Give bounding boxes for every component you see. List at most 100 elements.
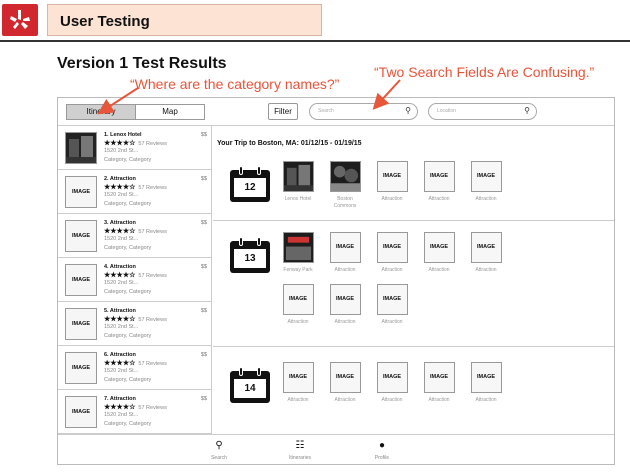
place-tile[interactable]: IMAGE Attraction bbox=[468, 232, 504, 274]
place-image: IMAGE bbox=[282, 362, 314, 393]
place-tile[interactable]: IMAGE Attraction bbox=[374, 232, 410, 274]
item-address: 1520 2nd St... bbox=[104, 368, 139, 374]
item-name[interactable]: 5. Attraction bbox=[104, 308, 136, 314]
toolbar: Itinerary Map Filter Search ⚲ Location ⚲ bbox=[58, 98, 614, 126]
place-tile[interactable]: IMAGE Attraction bbox=[421, 232, 457, 274]
item-name[interactable]: 1. Lenox Hotel bbox=[104, 132, 142, 138]
place-label: Lenox Hotel bbox=[284, 196, 312, 202]
place-tile[interactable]: IMAGE Attraction bbox=[468, 362, 504, 404]
item-thumbnail: IMAGE bbox=[65, 352, 97, 384]
day-divider bbox=[213, 346, 614, 347]
place-label: Attraction bbox=[428, 267, 450, 273]
place-image: IMAGE bbox=[329, 232, 361, 263]
place-tile[interactable]: IMAGE Attraction bbox=[280, 362, 316, 404]
list-item[interactable]: IMAGE 5. Attraction $$ ★★★★☆ 57 Reviews 1520 … bbox=[58, 302, 212, 346]
image-placeholder-label: IMAGE bbox=[71, 409, 91, 415]
image-placeholder-label: IMAGE bbox=[288, 374, 308, 380]
place-tile[interactable]: IMAGE Attraction bbox=[327, 362, 363, 404]
item-name[interactable]: 2. Attraction bbox=[104, 176, 136, 182]
header-divider bbox=[0, 40, 630, 42]
location-placeholder: Location bbox=[437, 108, 456, 114]
place-image bbox=[329, 161, 361, 192]
item-category: Category, Category bbox=[104, 245, 152, 251]
item-thumbnail: IMAGE bbox=[65, 308, 97, 340]
rating-stars: ★★★★☆ bbox=[104, 140, 136, 147]
item-category: Category, Category bbox=[104, 377, 152, 383]
calendar-ring bbox=[239, 166, 243, 175]
calendar-ring bbox=[257, 166, 261, 175]
list-item[interactable]: IMAGE 6. Attraction $$ ★★★★☆ 57 Reviews 1520 … bbox=[58, 346, 212, 390]
item-thumbnail bbox=[65, 132, 97, 164]
review-count: 57 Reviews bbox=[138, 317, 167, 323]
rating-stars: ★★★★☆ bbox=[104, 184, 136, 191]
place-image: IMAGE bbox=[423, 362, 455, 393]
item-price: $$ bbox=[200, 396, 207, 402]
item-name[interactable]: 7. Attraction bbox=[104, 396, 136, 402]
itinerary-tab[interactable]: Itinerary bbox=[67, 105, 136, 119]
place-tile[interactable]: Fenway Park bbox=[280, 232, 316, 274]
day-number: 12 bbox=[234, 178, 266, 197]
place-image: IMAGE bbox=[376, 362, 408, 393]
image-placeholder-label: IMAGE bbox=[476, 374, 496, 380]
image-placeholder-label: IMAGE bbox=[335, 244, 355, 250]
tab-itinerary[interactable]: ☷ Itineraries bbox=[280, 439, 320, 461]
review-count: 57 Reviews bbox=[138, 405, 167, 411]
day-number: 14 bbox=[234, 379, 266, 398]
image-placeholder-label: IMAGE bbox=[335, 296, 355, 302]
item-rating: ★★★★☆ 57 Reviews bbox=[104, 227, 167, 235]
item-category: Category, Category bbox=[104, 201, 152, 207]
place-image: IMAGE bbox=[423, 161, 455, 192]
item-name[interactable]: 6. Attraction bbox=[104, 352, 136, 358]
place-tile[interactable]: IMAGE Attraction bbox=[421, 362, 457, 404]
place-tile[interactable]: IMAGE Attraction bbox=[374, 161, 410, 203]
item-address: 1520 2nd St... bbox=[104, 412, 139, 418]
item-name[interactable]: 4. Attraction bbox=[104, 264, 136, 270]
filter-button[interactable]: Filter bbox=[268, 103, 298, 120]
place-image: IMAGE bbox=[423, 232, 455, 263]
item-name[interactable]: 3. Attraction bbox=[104, 220, 136, 226]
list-item[interactable]: IMAGE 3. Attraction $$ ★★★★☆ 57 Reviews 1520 … bbox=[58, 214, 212, 258]
image-placeholder-label: IMAGE bbox=[71, 365, 91, 371]
place-label: Attraction bbox=[475, 267, 497, 273]
list-item[interactable]: IMAGE 2. Attraction $$ ★★★★☆ 57 Reviews 1520 … bbox=[58, 170, 212, 214]
calendar-icon: 13 bbox=[230, 237, 270, 273]
day-divider bbox=[213, 220, 614, 221]
list-item[interactable]: IMAGE 7. Attraction $$ ★★★★☆ 57 Reviews 1520 … bbox=[58, 390, 212, 434]
place-tile[interactable]: IMAGE Attraction bbox=[421, 161, 457, 203]
tab-label: Search bbox=[211, 455, 227, 461]
item-price: $$ bbox=[200, 176, 207, 182]
place-tile[interactable]: Lenox Hotel bbox=[280, 161, 316, 203]
rating-stars: ★★★★☆ bbox=[104, 228, 136, 235]
image-placeholder-label: IMAGE bbox=[71, 321, 91, 327]
place-image: IMAGE bbox=[470, 232, 502, 263]
search-input[interactable]: Search ⚲ bbox=[309, 103, 418, 120]
tab-profile[interactable]: ● Profile bbox=[362, 439, 402, 461]
place-tile[interactable]: IMAGE Attraction bbox=[374, 284, 410, 326]
place-tile[interactable]: IMAGE Attraction bbox=[327, 284, 363, 326]
image-placeholder-label: IMAGE bbox=[71, 233, 91, 239]
map-tab[interactable]: Map bbox=[136, 105, 204, 119]
review-count: 57 Reviews bbox=[138, 361, 167, 367]
place-image: IMAGE bbox=[376, 284, 408, 315]
search-icon: ⚲ bbox=[405, 106, 411, 115]
image-placeholder-label: IMAGE bbox=[429, 374, 449, 380]
item-thumbnail: IMAGE bbox=[65, 220, 97, 252]
list-item[interactable]: 1. Lenox Hotel $$ ★★★★☆ 57 Reviews 1520 2nd … bbox=[58, 126, 212, 170]
place-tile[interactable]: Boston Commons bbox=[327, 161, 363, 210]
tab-search[interactable]: ⚲ Search bbox=[199, 439, 239, 461]
item-rating: ★★★★☆ 57 Reviews bbox=[104, 271, 167, 279]
item-rating: ★★★★☆ 57 Reviews bbox=[104, 315, 167, 323]
image-placeholder-label: IMAGE bbox=[476, 173, 496, 179]
place-tile[interactable]: IMAGE Attraction bbox=[374, 362, 410, 404]
place-tile[interactable]: IMAGE Attraction bbox=[327, 232, 363, 274]
tab-label: Itineraries bbox=[289, 455, 311, 461]
item-category: Category, Category bbox=[104, 333, 152, 339]
place-tile[interactable]: IMAGE Attraction bbox=[280, 284, 316, 326]
rating-stars: ★★★★☆ bbox=[104, 360, 136, 367]
results-list: 1. Lenox Hotel $$ ★★★★☆ 57 Reviews 1520 2nd … bbox=[58, 126, 212, 434]
list-item[interactable]: IMAGE 4. Attraction $$ ★★★★☆ 57 Reviews 1520 … bbox=[58, 258, 212, 302]
day-number: 13 bbox=[234, 249, 266, 268]
place-tile[interactable]: IMAGE Attraction bbox=[468, 161, 504, 203]
location-input[interactable]: Location ⚲ bbox=[428, 103, 537, 120]
itinerary-panel: Your Trip to Boston, MA: 01/12/15 - 01/1… bbox=[213, 126, 614, 434]
